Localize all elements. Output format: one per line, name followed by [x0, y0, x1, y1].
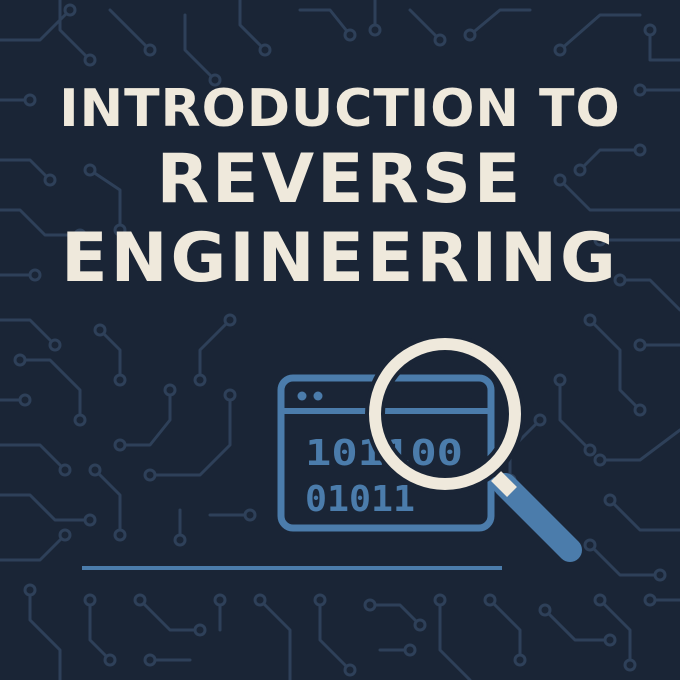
cover-stage: INTRODUCTION TO REVERSE ENGINEERING 1011… [0, 0, 680, 680]
illustration: 101100 01011 [82, 334, 582, 570]
binary-line-2: 01011 [305, 479, 415, 520]
